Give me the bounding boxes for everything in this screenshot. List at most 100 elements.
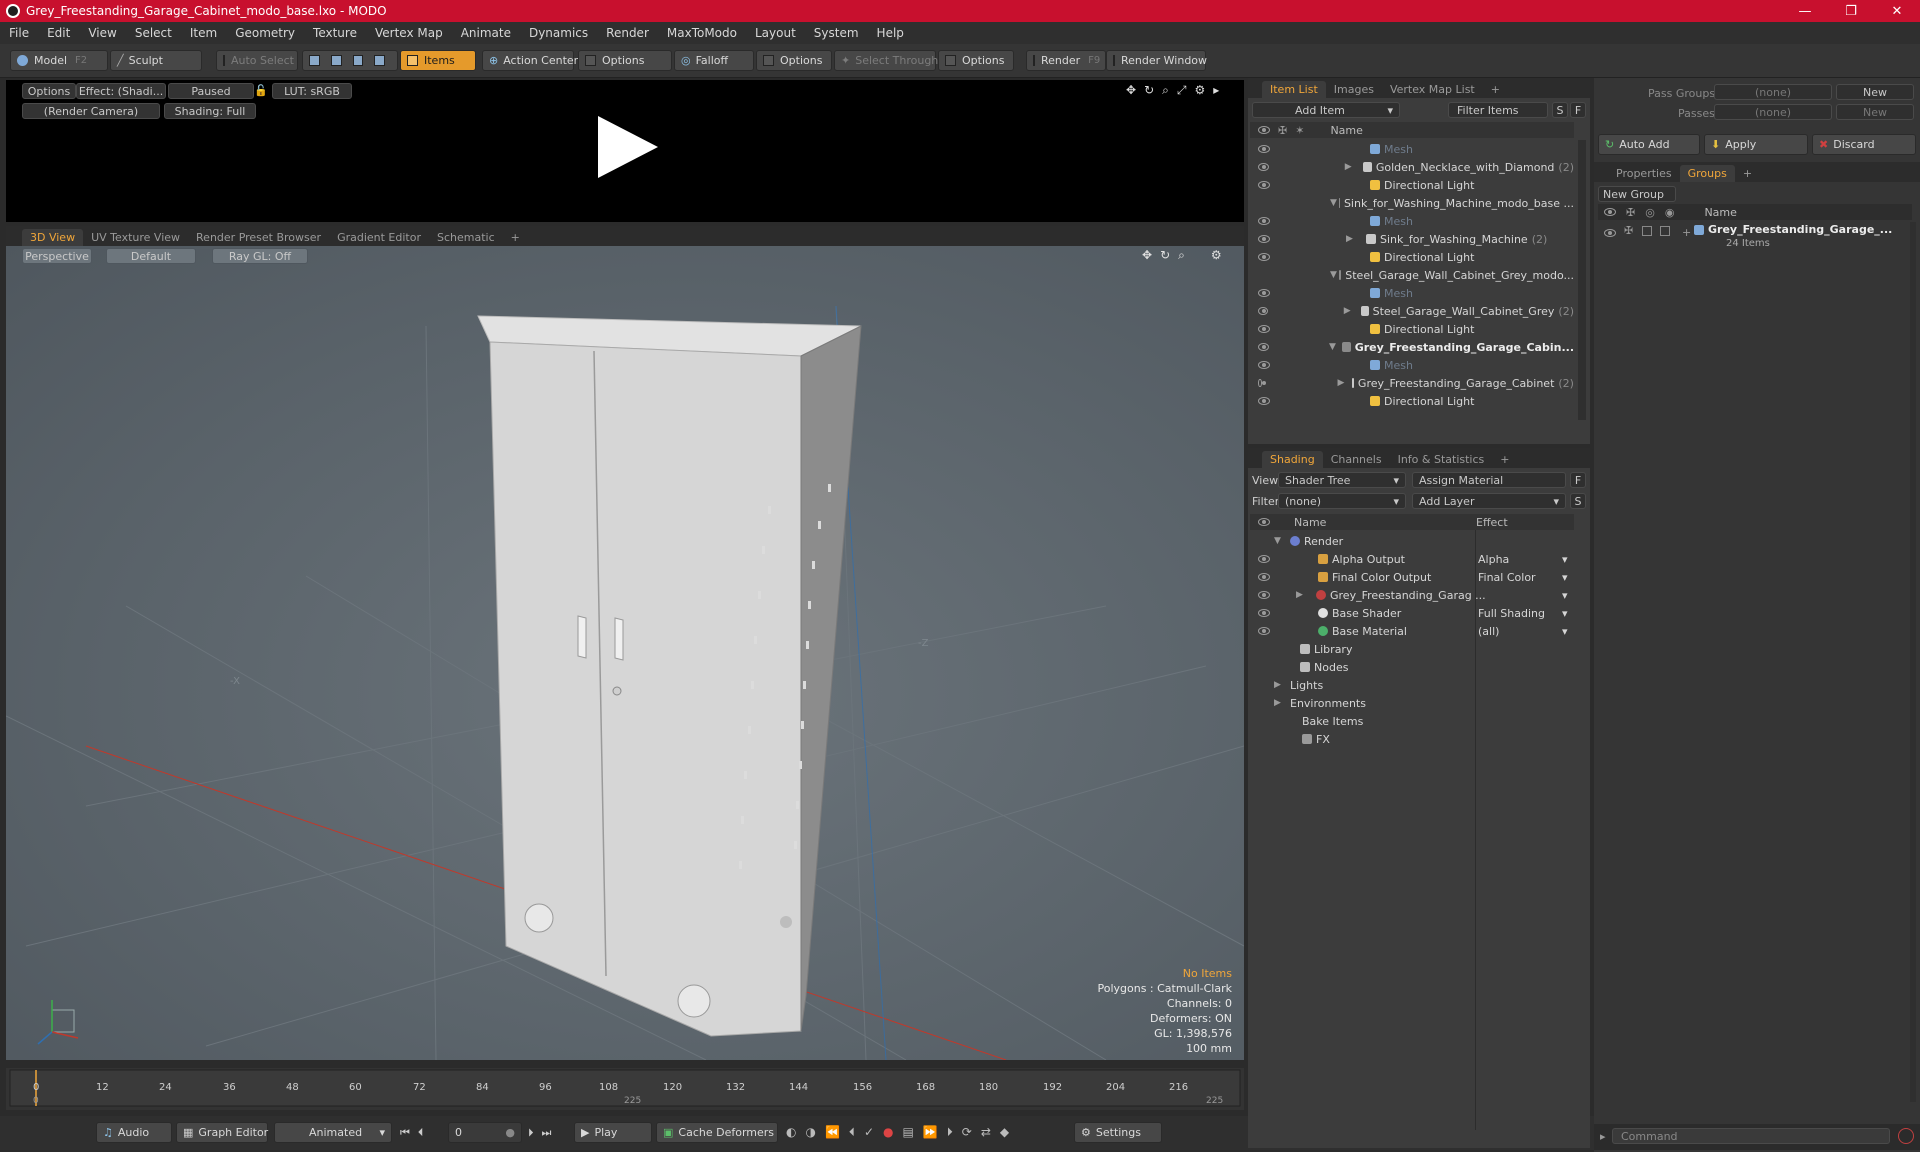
tab-groups[interactable]: Groups: [1679, 165, 1735, 182]
viewport-settings-gear-icon[interactable]: ⚙: [1211, 248, 1222, 263]
list-item[interactable]: Mesh: [1250, 284, 1574, 302]
list-item[interactable]: Directional Light: [1250, 176, 1574, 194]
tab-channels[interactable]: Channels: [1323, 451, 1390, 468]
cache-deformers-button[interactable]: ▣ Cache Deformers: [656, 1122, 778, 1143]
close-icon[interactable]: ✕: [1874, 0, 1920, 22]
list-item[interactable]: Base Material (all) ▾: [1250, 622, 1574, 640]
list-item[interactable]: ▶ Lights: [1250, 676, 1574, 694]
add-tab-icon[interactable]: +: [1492, 451, 1517, 468]
step-forward-icon[interactable]: ⏵: [528, 1126, 534, 1140]
graph-editor-button[interactable]: ▦ Graph Editor: [176, 1122, 268, 1143]
list-item[interactable]: ▼ Render: [1250, 532, 1574, 550]
tab-images[interactable]: Images: [1326, 81, 1382, 98]
shader-view-dropdown[interactable]: Shader Tree ▾: [1278, 472, 1406, 488]
visibility-eye-icon[interactable]: [1258, 555, 1270, 563]
list-item[interactable]: Directional Light: [1250, 320, 1574, 338]
key-icon[interactable]: ◑: [805, 1125, 815, 1140]
add-tab-icon[interactable]: +: [503, 229, 528, 246]
tab-schematic[interactable]: Schematic: [429, 229, 503, 246]
key-forward-icon[interactable]: ⏵: [947, 1125, 953, 1140]
3d-viewport[interactable]: Perspective Default Ray GL: Off ✥ ↻ ⌕ ⚙ …: [6, 246, 1244, 1060]
list-item[interactable]: ▼ Sink_for_Washing_Machine_modo_base ...: [1250, 194, 1574, 212]
go-to-end-icon[interactable]: ⏭: [542, 1126, 552, 1140]
menu-edit[interactable]: Edit: [38, 26, 79, 40]
passes-dropdown[interactable]: (none): [1714, 104, 1832, 120]
groups-scrollbar[interactable]: [1910, 222, 1916, 1102]
visibility-eye-icon[interactable]: [1258, 181, 1270, 189]
key-back-icon[interactable]: ⏴: [849, 1125, 855, 1140]
settings-button[interactable]: ⚙ Settings: [1074, 1122, 1162, 1143]
list-item[interactable]: FX: [1250, 730, 1574, 748]
tab-render-preset-browser[interactable]: Render Preset Browser: [188, 229, 329, 246]
tab-3d-view[interactable]: 3D View: [22, 229, 84, 246]
item-list-scrollbar[interactable]: [1578, 140, 1586, 420]
vertices-mode-icon[interactable]: [309, 55, 320, 66]
tab-uv-texture-view[interactable]: UV Texture View: [83, 229, 188, 246]
loop-icon[interactable]: ⟳: [962, 1125, 972, 1140]
list-item[interactable]: ▶ Steel_Garage_Wall_Cabinet_Grey (2): [1250, 302, 1574, 320]
filter-f-button[interactable]: F: [1570, 102, 1586, 118]
render-shading-dropdown[interactable]: Shading: Full: [164, 103, 256, 119]
list-item[interactable]: ▶ Environments: [1250, 694, 1574, 712]
select-toggle-checkbox[interactable]: [1660, 226, 1670, 236]
list-item[interactable]: ▶ Grey_Freestanding_Garag ... ▾: [1250, 586, 1574, 604]
collapse-arrow-icon[interactable]: ▼: [1330, 198, 1337, 208]
collapse-arrow-icon[interactable]: ▼: [1274, 536, 1286, 546]
expand-arrow-icon[interactable]: ▶: [1345, 162, 1355, 172]
menu-select[interactable]: Select: [126, 26, 181, 40]
pin-icon[interactable]: ◆: [1000, 1125, 1009, 1140]
tab-info-statistics[interactable]: Info & Statistics: [1390, 451, 1493, 468]
add-tab-icon[interactable]: +: [1735, 165, 1760, 182]
sculpt-mode-button[interactable]: ╱ Sculpt: [110, 50, 202, 71]
materials-mode-icon[interactable]: [374, 55, 385, 66]
list-item[interactable]: ▶ Golden_Necklace_with_Diamond (2): [1250, 158, 1574, 176]
add-tab-icon[interactable]: +: [1483, 81, 1508, 98]
menu-layout[interactable]: Layout: [746, 26, 805, 40]
tab-vertex-map-list[interactable]: Vertex Map List: [1382, 81, 1483, 98]
menu-view[interactable]: View: [79, 26, 125, 40]
lut-dropdown[interactable]: LUT: sRGB: [272, 83, 352, 99]
add-layer-dropdown[interactable]: Add Layer ▾: [1412, 493, 1566, 509]
visibility-eye-icon[interactable]: [1258, 217, 1270, 225]
falloff-options-button[interactable]: Options: [756, 50, 832, 71]
auto-key-icon[interactable]: ✓: [864, 1125, 874, 1140]
pan-icon[interactable]: ✥: [1142, 248, 1152, 263]
menu-animate[interactable]: Animate: [452, 26, 520, 40]
menu-vertex-map[interactable]: Vertex Map: [366, 26, 452, 40]
list-item[interactable]: ▶ Sink_for_Washing_Machine (2): [1250, 230, 1574, 248]
default-style-dropdown[interactable]: Default: [106, 248, 196, 264]
step-back-icon[interactable]: ⏴: [418, 1126, 424, 1140]
list-item[interactable]: ✠ + Grey_Freestanding_Garage_... 24 Item…: [1598, 222, 1912, 256]
collapse-arrow-icon[interactable]: ▼: [1329, 342, 1340, 352]
edges-mode-icon[interactable]: [330, 55, 342, 66]
prev-key-icon[interactable]: ⏪: [825, 1125, 840, 1140]
list-item[interactable]: Bake Items: [1250, 712, 1574, 730]
play-render-icon[interactable]: [592, 112, 662, 182]
filter-s-button[interactable]: S: [1552, 102, 1568, 118]
menu-geometry[interactable]: Geometry: [226, 26, 304, 40]
rotate-icon[interactable]: ↻: [1144, 83, 1154, 98]
collapse-arrow-icon[interactable]: ▼: [1330, 270, 1337, 280]
expand-plus-icon[interactable]: +: [1682, 226, 1691, 239]
keyframe-icon[interactable]: ◐: [786, 1125, 796, 1140]
current-frame-field[interactable]: 0 ●: [448, 1122, 522, 1143]
key-settings-icon[interactable]: ▤: [902, 1125, 913, 1140]
dropdown-caret-icon[interactable]: ▾: [1562, 589, 1568, 602]
rotate-icon[interactable]: ↻: [1160, 248, 1170, 263]
visibility-eye-icon[interactable]: [1258, 163, 1269, 171]
action-center-options-button[interactable]: Options: [578, 50, 672, 71]
tab-shading[interactable]: Shading: [1262, 451, 1323, 468]
list-item[interactable]: Final Color Output Final Color ▾: [1250, 568, 1574, 586]
menu-system[interactable]: System: [805, 26, 868, 40]
shading-f-button[interactable]: F: [1570, 472, 1586, 488]
auto-select-button[interactable]: Auto Select: [216, 50, 298, 71]
list-item[interactable]: Library: [1250, 640, 1574, 658]
render-window-button[interactable]: Render Window: [1106, 50, 1207, 71]
shading-s-button[interactable]: S: [1570, 493, 1586, 509]
add-item-dropdown[interactable]: Add Item ▾: [1252, 102, 1400, 118]
menu-file[interactable]: File: [0, 26, 38, 40]
render-toggle-checkbox[interactable]: [1642, 226, 1652, 236]
dropdown-caret-icon[interactable]: ▾: [1562, 571, 1568, 584]
audio-button[interactable]: ♫ Audio: [96, 1122, 172, 1143]
shading-filter-dropdown[interactable]: (none) ▾: [1278, 493, 1406, 509]
